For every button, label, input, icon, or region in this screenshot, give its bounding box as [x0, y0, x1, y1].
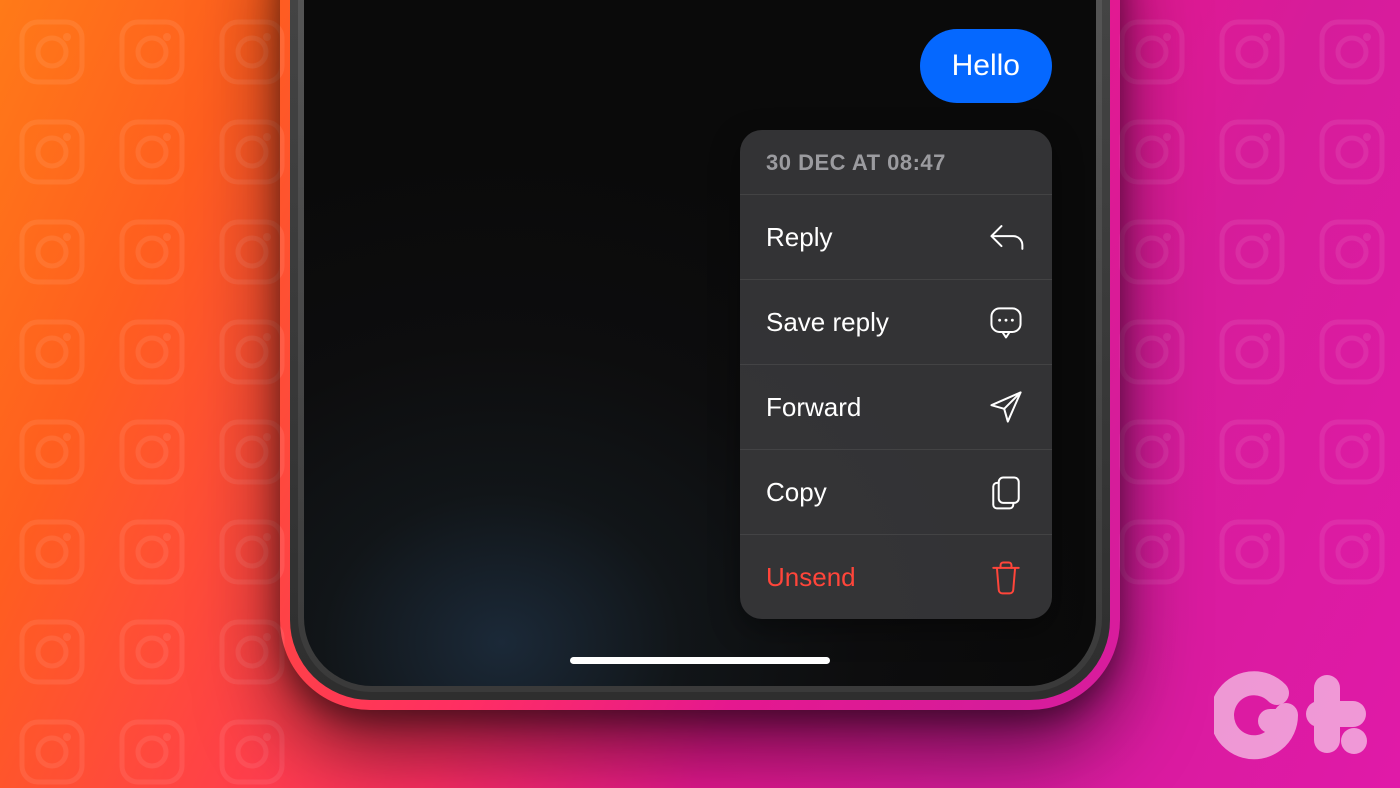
paper-plane-icon	[986, 387, 1026, 427]
chat-ellipsis-icon	[986, 302, 1026, 342]
menu-item-label: Save reply	[766, 307, 889, 338]
context-menu: 30 DEC AT 08:47 Reply Save reply	[740, 130, 1052, 619]
menu-item-copy[interactable]: Copy	[740, 450, 1052, 535]
reply-icon	[986, 217, 1026, 257]
phone-frame-inner: Hello 30 DEC AT 08:47 Reply Save reply	[298, 0, 1102, 692]
watermark-logo	[1214, 671, 1374, 766]
message-text: Hello	[952, 49, 1020, 82]
phone-screen: Hello 30 DEC AT 08:47 Reply Save reply	[304, 0, 1096, 686]
menu-item-label: Copy	[766, 477, 827, 508]
message-bubble[interactable]: Hello	[920, 29, 1052, 103]
trash-icon	[986, 557, 1026, 597]
hero-graphic: Hello 30 DEC AT 08:47 Reply Save reply	[0, 0, 1400, 788]
menu-item-label: Forward	[766, 392, 861, 423]
copy-icon	[986, 472, 1026, 512]
menu-item-forward[interactable]: Forward	[740, 365, 1052, 450]
menu-item-reply[interactable]: Reply	[740, 195, 1052, 280]
menu-item-label: Unsend	[766, 562, 856, 593]
menu-item-unsend[interactable]: Unsend	[740, 535, 1052, 619]
menu-timestamp: 30 DEC AT 08:47	[740, 130, 1052, 195]
menu-item-label: Reply	[766, 222, 832, 253]
menu-item-save-reply[interactable]: Save reply	[740, 280, 1052, 365]
home-indicator[interactable]	[570, 657, 830, 664]
phone-frame: Hello 30 DEC AT 08:47 Reply Save reply	[290, 0, 1110, 700]
